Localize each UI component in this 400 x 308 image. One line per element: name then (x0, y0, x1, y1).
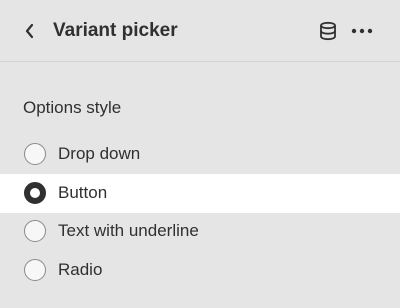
more-horizontal-icon (351, 28, 373, 34)
option-label: Drop down (58, 144, 141, 163)
chevron-left-icon (25, 23, 34, 39)
dynamic-source-button[interactable] (316, 19, 340, 43)
option-radio[interactable]: Radio (0, 251, 400, 290)
database-icon (320, 21, 336, 41)
radio-input[interactable] (24, 220, 46, 242)
option-text-with-underline[interactable]: Text with underline (0, 212, 400, 251)
option-label: Button (58, 183, 108, 202)
back-button[interactable] (18, 19, 42, 43)
more-actions-button[interactable] (348, 19, 376, 43)
page-title: Variant picker (53, 20, 178, 41)
options-style-label: Options style (23, 98, 122, 117)
panel-header: Variant picker (0, 0, 400, 62)
option-label: Text with underline (58, 221, 199, 240)
option-button[interactable]: Button (0, 174, 400, 213)
radio-input[interactable] (24, 143, 46, 165)
option-drop-down[interactable]: Drop down (0, 135, 400, 174)
radio-input[interactable] (24, 182, 46, 204)
radio-input[interactable] (24, 259, 46, 281)
option-label: Radio (58, 260, 103, 279)
